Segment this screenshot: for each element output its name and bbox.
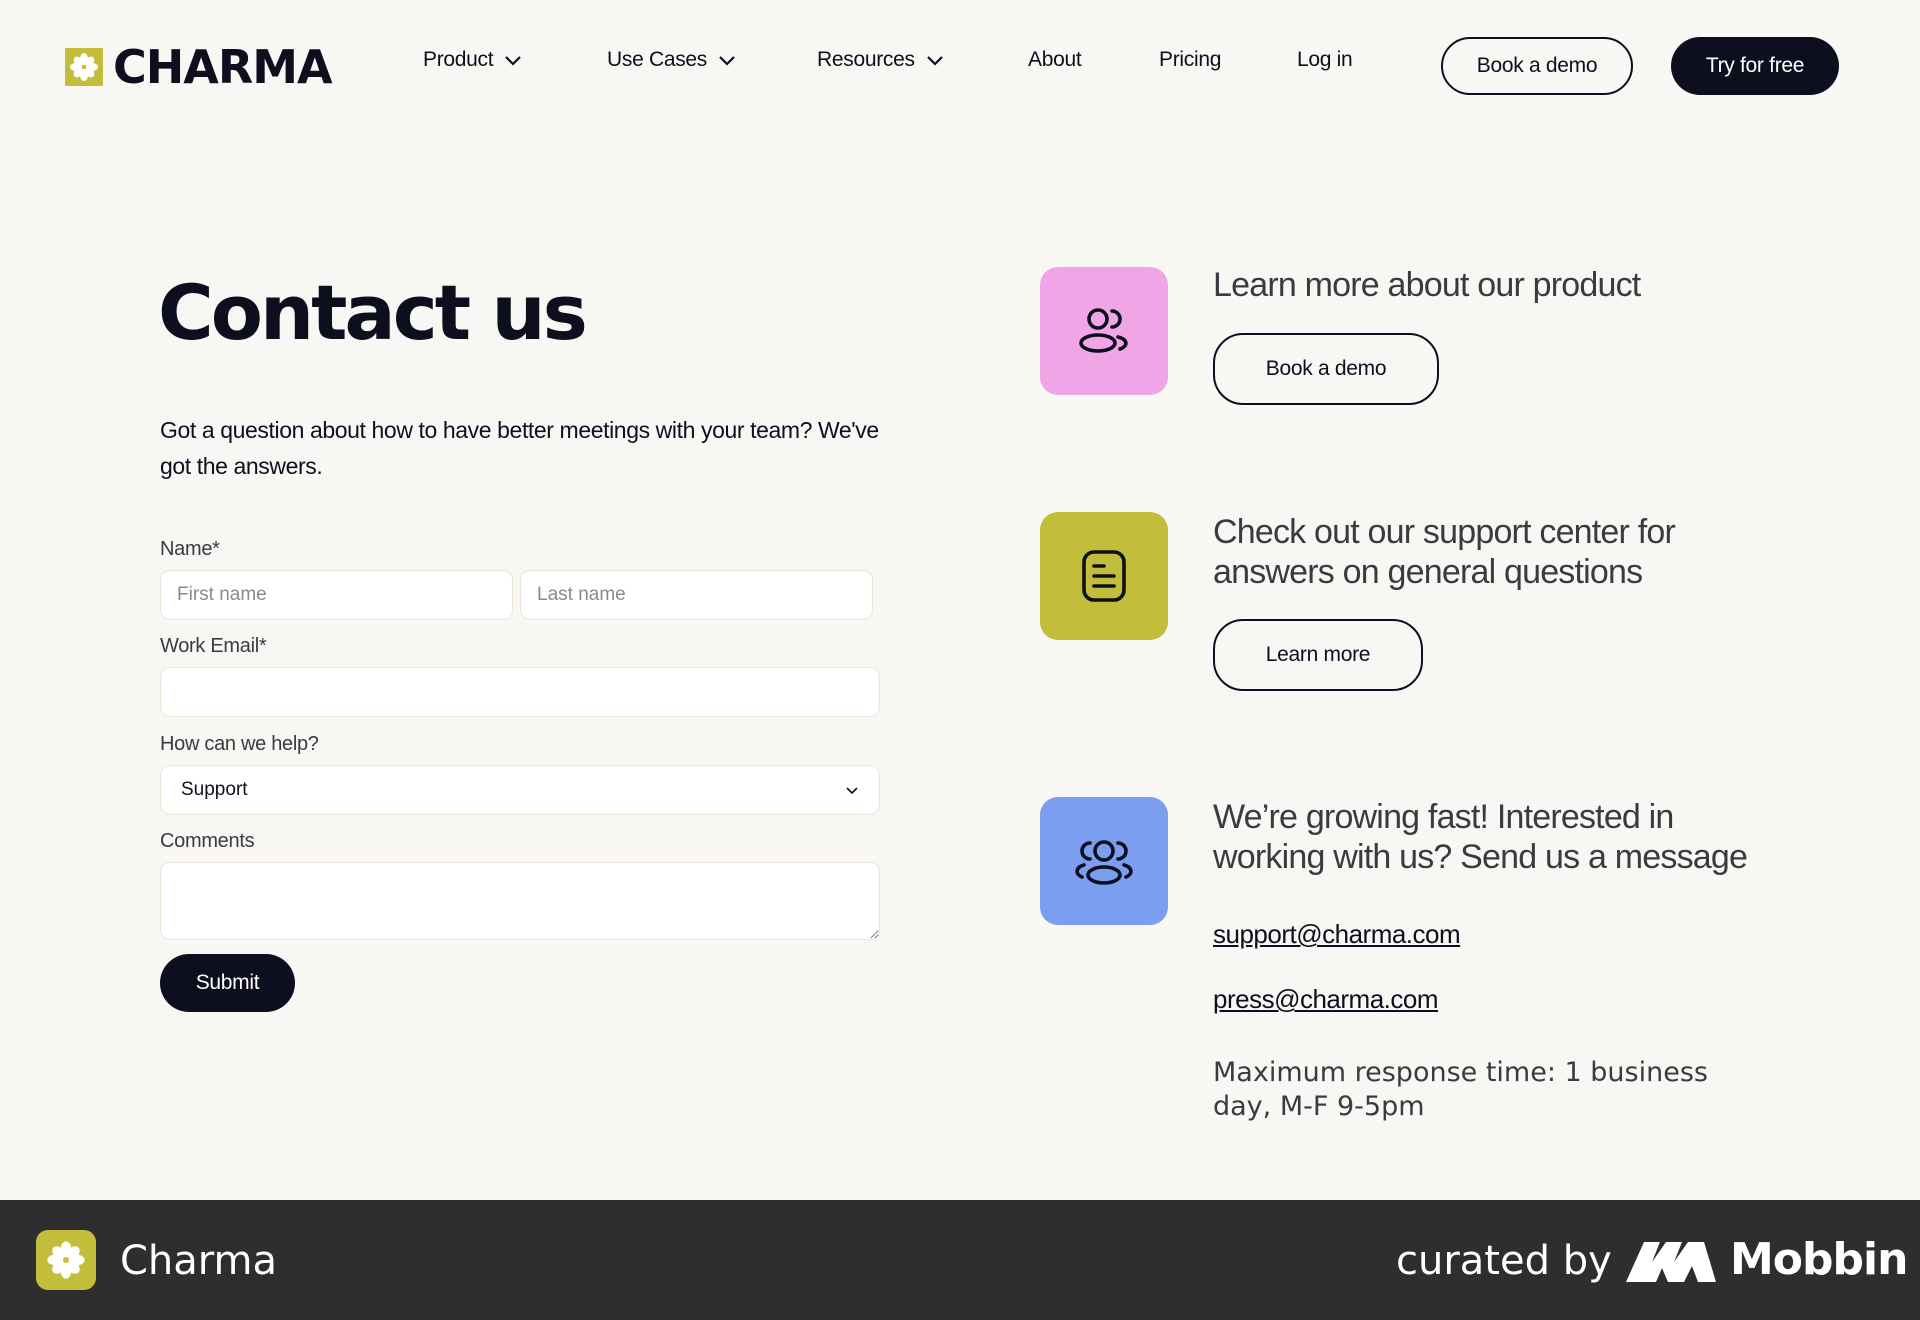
submit-button[interactable]: Submit: [160, 954, 295, 1012]
document-icon: [1082, 550, 1126, 602]
work-email-input[interactable]: [160, 667, 880, 717]
page-title: Contact us: [158, 268, 588, 357]
careers-tile: [1040, 797, 1168, 925]
app-name: Charma: [120, 1238, 278, 1284]
help-topic-selected: Support: [181, 779, 248, 800]
book-demo-button[interactable]: Book a demo: [1441, 37, 1633, 95]
comments-textarea[interactable]: [160, 862, 880, 940]
nav-item-use-cases[interactable]: Use Cases: [607, 48, 737, 72]
nav-item-log-in[interactable]: Log in: [1297, 48, 1353, 72]
chevron-down-icon: [846, 787, 858, 795]
nav-item-label: Product: [423, 48, 494, 71]
mobbin-footer-bar: Charma curated by Mobbin: [0, 1200, 1920, 1320]
nav-item-label: Log in: [1297, 48, 1353, 71]
nav-item-resources[interactable]: Resources: [817, 48, 945, 72]
learn-more-button[interactable]: Learn more: [1213, 619, 1423, 691]
help-topic-select[interactable]: Support: [160, 765, 880, 815]
charma-app-icon: [36, 1230, 96, 1290]
nav-item-label: Use Cases: [607, 48, 708, 71]
nav-item-about[interactable]: About: [1028, 48, 1082, 72]
curated-by-text: curated by: [1396, 1238, 1612, 1284]
help-label: How can we help?: [160, 733, 319, 755]
first-name-input[interactable]: [160, 570, 513, 620]
response-time-text: Maximum response time: 1 business day, M…: [1213, 1057, 1708, 1122]
nav-item-pricing[interactable]: Pricing: [1159, 48, 1221, 72]
support-email-link[interactable]: support@charma.com: [1213, 919, 1461, 950]
product-heading: Learn more about our product: [1213, 266, 1641, 304]
mobbin-wordmark: Mobbin: [1730, 1234, 1908, 1285]
nav-item-label: About: [1028, 48, 1082, 71]
nav-item-label: Pricing: [1159, 48, 1222, 71]
try-for-free-button[interactable]: Try for free: [1671, 37, 1839, 95]
comments-label: Comments: [160, 830, 255, 852]
team-icon: [1075, 840, 1133, 885]
nav-item-label: Resources: [817, 48, 915, 71]
users-icon: [1079, 308, 1128, 353]
intro-text: Got a question about how to have better …: [160, 417, 879, 479]
support-tile: [1040, 512, 1168, 640]
book-demo-secondary-button[interactable]: Book a demo: [1213, 333, 1439, 405]
chevron-down-icon: [926, 56, 943, 66]
name-label: Name*: [160, 538, 220, 560]
press-email-link[interactable]: press@charma.com: [1213, 984, 1439, 1015]
work-email-label: Work Email*: [160, 635, 267, 657]
mobbin-logo-icon: [1626, 1242, 1716, 1282]
chevron-down-icon: [505, 56, 522, 66]
support-heading: Check out our support center for answers…: [1213, 513, 1676, 591]
nav-item-product[interactable]: Product: [423, 48, 523, 72]
careers-heading: We’re growing fast! Interested in workin…: [1213, 798, 1748, 876]
product-tile: [1040, 267, 1168, 395]
last-name-input[interactable]: [520, 570, 873, 620]
chevron-down-icon: [719, 56, 735, 66]
site-header: CHARMA Product Use Cases Resources About…: [0, 0, 1920, 135]
